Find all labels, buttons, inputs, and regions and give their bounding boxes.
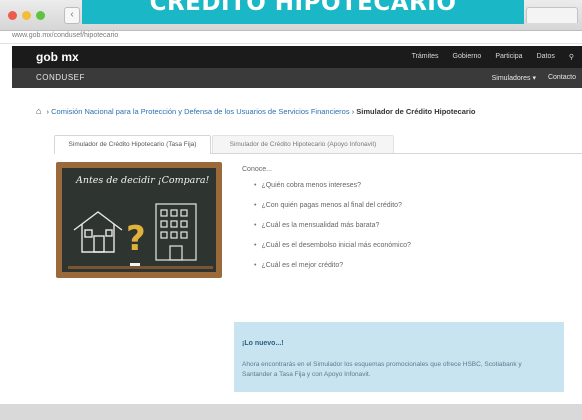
address-bar[interactable]: www.gob.mx/condusef/hipotecario: [0, 31, 582, 44]
browser-tab[interactable]: [526, 7, 578, 23]
browser-titlebar: ‹ CRÉDITO HIPOTECARIO: [0, 0, 582, 31]
tab-tasa-fija[interactable]: Simulador de Crédito Hipotecario (Tasa F…: [54, 135, 211, 154]
list-item: ¿Cuál es el desembolso inicial más econó…: [254, 240, 410, 260]
menu-contacto[interactable]: Contacto: [548, 74, 576, 82]
list-item: ¿Con quién pagas menos al final del créd…: [254, 200, 411, 220]
breadcrumb-link-condusef[interactable]: Comisión Nacional para la Protección y D…: [51, 107, 349, 116]
menu-simuladores[interactable]: Simuladores ▾: [492, 74, 536, 82]
breadcrumb-separator-2: ›: [351, 107, 355, 116]
close-window-button[interactable]: [8, 11, 17, 20]
chalk-piece: [130, 263, 140, 266]
list-item: ¿Cuál es el mejor crédito?: [254, 260, 411, 280]
info-box-text: Ahora encontrarás en el Simulador los es…: [242, 361, 522, 378]
question-list: ¿Quién cobra menos intereses? ¿Con quién…: [254, 180, 411, 280]
simulator-tabs: Simulador de Crédito Hipotecario (Tasa F…: [54, 135, 582, 154]
intro-text: Conoce...: [242, 166, 272, 173]
home-icon[interactable]: ⌂: [36, 106, 41, 116]
breadcrumb-separator: ›: [46, 107, 50, 116]
chalkboard-title: Antes de decidir ¡Compara!: [76, 175, 210, 186]
chalk-tray: [68, 266, 213, 269]
info-box-title: ¡Lo nuevo...!: [242, 340, 284, 347]
minimize-window-button[interactable]: [22, 11, 31, 20]
list-item: ¿Cuál es la mensualidad más barata?: [254, 220, 411, 240]
maximize-window-button[interactable]: [36, 11, 45, 20]
chalkboard-surface: Antes de decidir ¡Compara! ?: [62, 168, 216, 272]
breadcrumb-current: Simulador de Crédito Hipotecario: [356, 107, 476, 116]
condusef-bar: CONDUSEF Simuladores ▾ Contacto: [12, 68, 582, 88]
breadcrumb: ⌂ › Comisión Nacional para la Protección…: [36, 106, 582, 116]
page-banner-title: CRÉDITO HIPOTECARIO: [82, 0, 524, 24]
back-arrow-icon[interactable]: ‹: [64, 7, 80, 24]
gob-menu-participa[interactable]: Participa: [495, 53, 522, 61]
news-info-box: ¡Lo nuevo...! Ahora encontrarás en el Si…: [234, 322, 564, 392]
gob-menu-datos[interactable]: Datos: [537, 53, 555, 61]
question-mark-icon: ?: [126, 219, 146, 259]
browser-window: ‹ CRÉDITO HIPOTECARIO www.gob.mx/conduse…: [0, 0, 582, 420]
condusef-menu: Simuladores ▾ Contacto: [492, 74, 576, 82]
search-icon[interactable]: ⚲: [569, 53, 574, 61]
gob-header: gob mx Trámites Gobierno Participa Datos…: [12, 46, 582, 68]
house-and-building-illustration: ?: [68, 203, 213, 269]
building-icon: [155, 203, 197, 261]
address-url[interactable]: www.gob.mx/condusef/hipotecario: [12, 32, 118, 39]
chalkboard-image: Antes de decidir ¡Compara! ?: [56, 162, 222, 278]
gob-logo[interactable]: gob mx: [36, 50, 79, 64]
list-item: ¿Quién cobra menos intereses?: [254, 180, 411, 200]
gob-menu-gobierno[interactable]: Gobierno: [453, 53, 482, 61]
tab-apoyo-infonavit[interactable]: Simulador de Crédito Hipotecario (Apoyo …: [212, 135, 394, 153]
gob-menu-tramites[interactable]: Trámites: [412, 53, 439, 61]
house-icon: [73, 211, 123, 253]
gob-menu: Trámites Gobierno Participa Datos ⚲: [412, 53, 574, 61]
browser-bottom-strip: [0, 404, 582, 420]
condusef-title[interactable]: CONDUSEF: [36, 73, 85, 82]
